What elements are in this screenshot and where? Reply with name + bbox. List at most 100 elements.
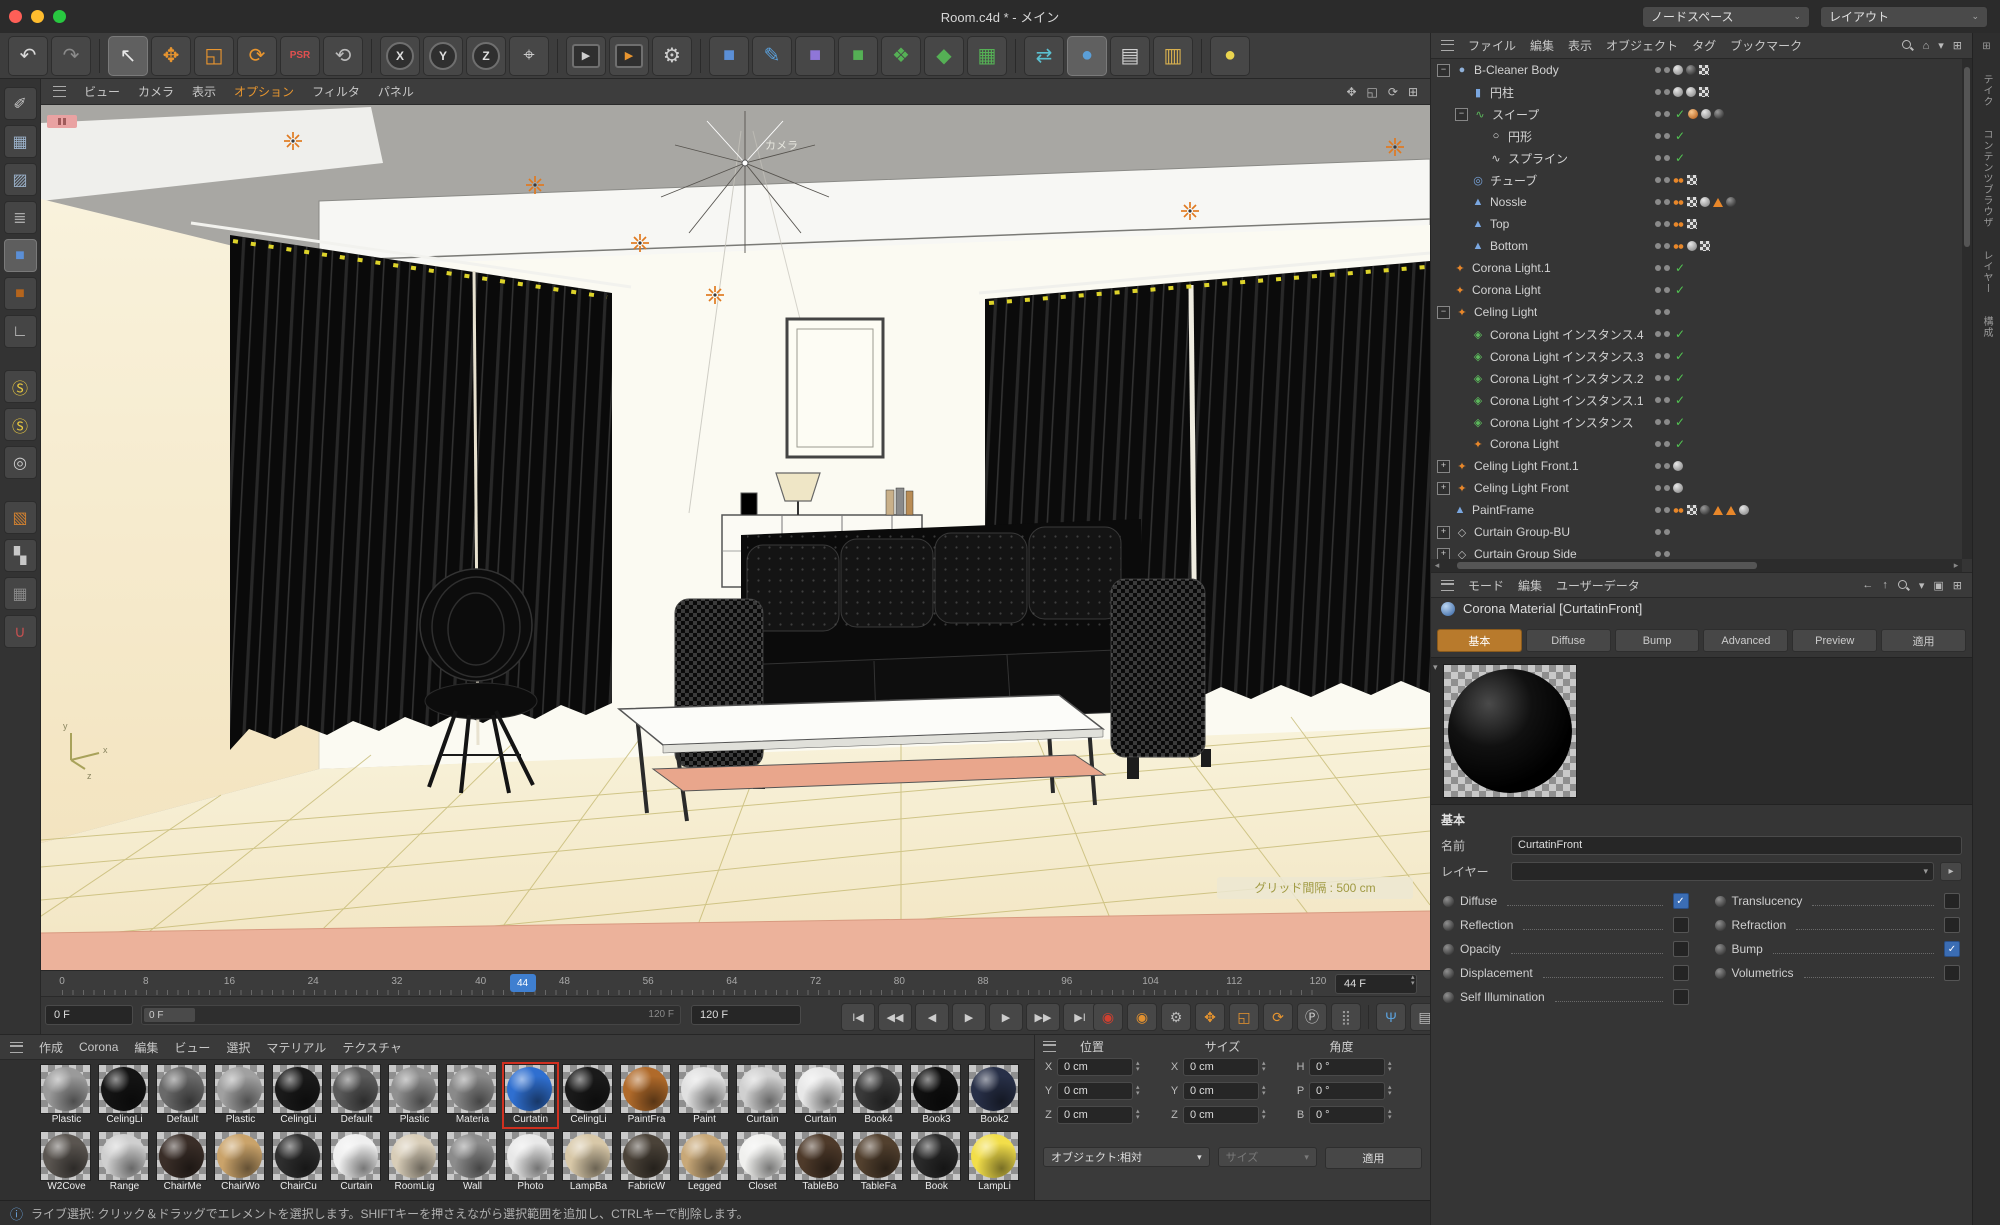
current-frame-field[interactable]: 44 F — [1335, 974, 1417, 994]
sph-gray-tag-icon[interactable] — [1701, 109, 1711, 119]
nodespace-select[interactable]: ノードスペース⌄ — [1642, 6, 1810, 28]
dock-tab-2[interactable]: コンテンツブラウザ — [1979, 129, 1994, 228]
up-icon[interactable]: ↑ — [1882, 579, 1888, 591]
tree-row[interactable]: Corona Light インスタンス.4✓ — [1431, 323, 1962, 345]
next-key-button[interactable]: ▶▶ — [1026, 1003, 1060, 1031]
tree-row[interactable]: Corona Light インスタンス✓ — [1431, 411, 1962, 433]
viewport-canvas[interactable]: カメラ — [41, 105, 1430, 970]
tab-Advanced[interactable]: Advanced — [1703, 629, 1788, 652]
material-item[interactable]: CelingLi — [562, 1064, 615, 1127]
object-manager-menu-4[interactable]: オブジェクト — [1606, 37, 1678, 54]
odots-tag-icon[interactable] — [1673, 221, 1684, 228]
tab-適用[interactable]: 適用 — [1881, 629, 1966, 652]
sph-gray-tag-icon[interactable] — [1673, 461, 1683, 471]
panel-icon[interactable]: ⊞ — [1953, 39, 1962, 52]
apply-button[interactable]: 適用 — [1325, 1147, 1422, 1169]
goto-end-button[interactable]: ▶I — [1063, 1003, 1097, 1031]
move-button[interactable]: ✥ — [151, 36, 191, 76]
material-item[interactable]: CelingLi — [98, 1064, 151, 1127]
tree-row[interactable]: Corona Light インスタンス.3✓ — [1431, 345, 1962, 367]
material-item[interactable]: Default — [330, 1064, 383, 1127]
editor-visibility-dot[interactable] — [1655, 507, 1661, 513]
material-manager-menu-5[interactable]: 選択 — [226, 1039, 250, 1056]
render-visibility-dot[interactable] — [1664, 177, 1670, 183]
uv-paint-button[interactable]: ▧ — [4, 501, 37, 534]
render-visibility-dot[interactable] — [1664, 155, 1670, 161]
material-item[interactable]: Photo — [504, 1131, 557, 1194]
make-editable-button[interactable]: ✐ — [4, 87, 37, 120]
points-mode-button[interactable]: ■ — [4, 239, 37, 272]
attribute-manager-menu-icon[interactable] — [1441, 580, 1454, 591]
render-view-button[interactable]: ▶ — [566, 36, 606, 76]
material-item[interactable]: Curtain — [736, 1064, 789, 1127]
tree-vertical-scrollbar[interactable] — [1962, 59, 1972, 559]
render-settings-button[interactable]: ⚙ — [652, 36, 692, 76]
tri-tag-icon[interactable] — [1713, 506, 1723, 515]
material-item[interactable]: Paint — [678, 1064, 731, 1127]
prev-key-button[interactable]: ◀◀ — [878, 1003, 912, 1031]
tri-tag-icon[interactable] — [1713, 198, 1723, 207]
sph-gray-tag-icon[interactable] — [1700, 197, 1710, 207]
expand-toggle[interactable]: + — [1437, 526, 1450, 539]
close-button[interactable] — [9, 10, 22, 23]
tree-row[interactable]: −Celing Light — [1431, 301, 1962, 323]
render-visibility-dot[interactable] — [1664, 287, 1670, 293]
coord-value-input[interactable]: 0 ° — [1309, 1106, 1385, 1124]
sph-dark-tag-icon[interactable] — [1726, 197, 1736, 207]
expand-toggle[interactable]: − — [1455, 108, 1468, 121]
render-visibility-dot[interactable] — [1664, 463, 1670, 469]
layout-select[interactable]: レイアウト⌄ — [1820, 6, 1988, 28]
editor-visibility-dot[interactable] — [1655, 111, 1661, 117]
checker-tag-icon[interactable] — [1699, 65, 1709, 75]
record-rotation-button[interactable]: ⟳ — [1263, 1003, 1293, 1031]
object-manager-menu-2[interactable]: 編集 — [1530, 37, 1554, 54]
checker-texture-button[interactable]: ▚ — [4, 539, 37, 572]
material-item[interactable]: TableFa — [852, 1131, 905, 1194]
odots-tag-icon[interactable] — [1673, 507, 1684, 514]
checker-tag-icon[interactable] — [1687, 175, 1697, 185]
coord-spinner[interactable]: ▴▾ — [1388, 1061, 1392, 1073]
magnet-tool-button[interactable]: ∪ — [4, 615, 37, 648]
autokey-button[interactable]: ◉ — [1127, 1003, 1157, 1031]
material-item[interactable]: TableBo — [794, 1131, 847, 1194]
expand-toggle[interactable]: + — [1437, 482, 1450, 495]
array-button[interactable]: ❖ — [881, 36, 921, 76]
editor-visibility-dot[interactable] — [1655, 463, 1661, 469]
object-manager-menu-6[interactable]: ブックマーク — [1730, 37, 1802, 54]
material-item[interactable]: Range — [98, 1131, 151, 1194]
render-visibility-dot[interactable] — [1664, 529, 1670, 535]
render-visibility-dot[interactable] — [1664, 507, 1670, 513]
scrollbar-thumb[interactable] — [1457, 562, 1757, 569]
undo-button[interactable]: ↶ — [8, 36, 48, 76]
sph-gray-tag-icon[interactable] — [1687, 241, 1697, 251]
material-item[interactable]: Curtain — [794, 1064, 847, 1127]
material-manager-menu-1[interactable]: 作成 — [39, 1039, 63, 1056]
editor-visibility-dot[interactable] — [1655, 133, 1661, 139]
odots-tag-icon[interactable] — [1673, 243, 1684, 250]
minimize-button[interactable] — [31, 10, 44, 23]
viewport-menu-5[interactable]: フィルタ — [312, 83, 360, 100]
material-item[interactable]: ChairMe — [156, 1131, 209, 1194]
coord-spinner[interactable]: ▴▾ — [1388, 1085, 1392, 1097]
volume-button[interactable]: ● — [1067, 36, 1107, 76]
filter-icon[interactable]: ▾ — [1919, 579, 1925, 592]
tree-row[interactable]: Corona Light インスタンス.2✓ — [1431, 367, 1962, 389]
editor-visibility-dot[interactable] — [1655, 309, 1661, 315]
record-parameter-button[interactable]: Ⓟ — [1297, 1003, 1327, 1031]
layer-select[interactable]: ▾ — [1511, 862, 1934, 881]
render-visibility-dot[interactable] — [1664, 551, 1670, 557]
frame-spinner[interactable]: ▴▾ — [1411, 975, 1415, 987]
tree-row[interactable]: PaintFrame — [1431, 499, 1962, 521]
generator-button[interactable]: ■ — [838, 36, 878, 76]
tree-row[interactable]: Corona Light✓ — [1431, 433, 1962, 455]
sph-dark-tag-icon[interactable] — [1700, 505, 1710, 515]
material-item[interactable]: Book2 — [968, 1064, 1021, 1127]
channel-checkbox-volumetrics[interactable] — [1944, 965, 1960, 981]
maximize-icon[interactable]: ⊞ — [1408, 85, 1418, 99]
record-scale-button[interactable]: ◱ — [1229, 1003, 1259, 1031]
material-item[interactable]: ChairCu — [272, 1131, 325, 1194]
workplane-mode-button[interactable]: ≣ — [4, 201, 37, 234]
new-panel-icon[interactable]: ⊞ — [1953, 579, 1962, 592]
odots-tag-icon[interactable] — [1673, 199, 1684, 206]
tree-row[interactable]: チューブ — [1431, 169, 1962, 191]
